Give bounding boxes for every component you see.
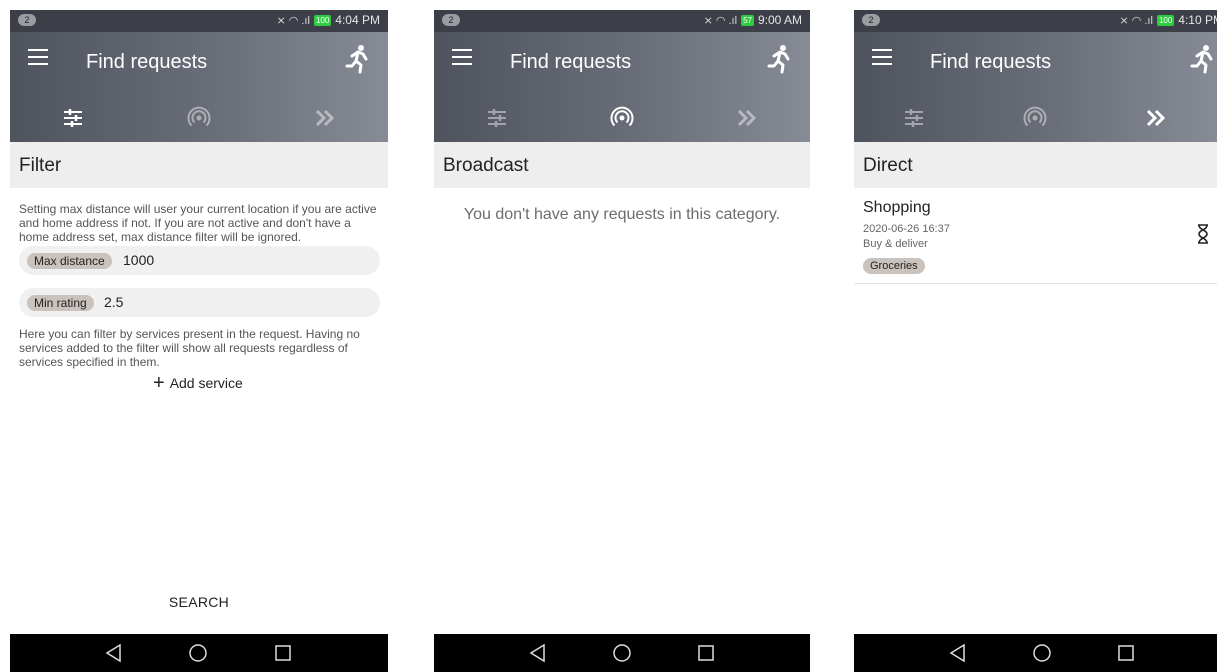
status-bar: 2 ⨯ ◠ .ıl 100 4:10 PM (854, 10, 1217, 32)
request-tag-chip: Groceries (863, 258, 925, 274)
battery-icon: 100 (313, 14, 332, 26)
min-rating-chip: Min rating (27, 295, 94, 311)
broadcast-icon (610, 106, 634, 127)
tab-direct[interactable] (685, 94, 810, 142)
notification-badge: 2 (862, 14, 880, 26)
tab-broadcast[interactable] (136, 94, 262, 142)
back-triangle-icon[interactable] (528, 643, 548, 663)
section-title: Broadcast (443, 155, 529, 176)
request-title: Shopping (863, 199, 931, 216)
tab-bar (854, 94, 1217, 142)
tune-icon (487, 109, 506, 127)
min-rating-field[interactable]: Min rating 2.5 (19, 288, 380, 317)
recent-square-icon[interactable] (696, 643, 716, 663)
add-service-label: Add service (169, 375, 243, 391)
tab-bar (10, 94, 388, 142)
min-rating-value[interactable]: 2.5 (104, 294, 123, 310)
status-icons: ⨯ ◠ .ıl (703, 14, 738, 27)
double-chevron-icon (315, 109, 335, 127)
broadcast-screen: 2 ⨯ ◠ .ıl 57 9:00 AM Find requests Broad… (434, 10, 810, 672)
filter-screen: 2 ⨯ ◠ .ıl 100 4:04 PM Find requests Filt… (10, 10, 388, 672)
system-nav-bar (434, 634, 810, 672)
distance-help-text: Setting max distance will user your curr… (19, 202, 377, 244)
page-title: Find requests (86, 51, 208, 73)
max-distance-value[interactable]: 1000 (123, 252, 154, 268)
tune-icon (905, 109, 924, 127)
broadcast-icon (187, 106, 211, 127)
notification-badge: 2 (18, 14, 36, 26)
battery-icon: 57 (741, 14, 754, 26)
page-title: Find requests (510, 51, 632, 73)
add-service-button[interactable]: + Add service (153, 372, 243, 394)
tab-broadcast[interactable] (559, 94, 684, 142)
tab-broadcast[interactable] (975, 94, 1096, 142)
status-bar: 2 ⨯ ◠ .ıl 57 9:00 AM (434, 10, 810, 32)
section-title: Direct (863, 155, 913, 176)
back-triangle-icon[interactable] (104, 643, 124, 663)
app-bar: Find requests (434, 32, 810, 142)
tab-direct[interactable] (262, 94, 388, 142)
status-time: 4:10 PM (1178, 13, 1217, 27)
system-nav-bar (854, 634, 1217, 672)
section-title: Filter (19, 155, 62, 176)
tune-icon (63, 109, 82, 127)
tab-filter[interactable] (434, 94, 559, 142)
home-circle-icon[interactable] (188, 643, 208, 663)
plus-icon: + (153, 372, 165, 394)
request-list-item[interactable]: Shopping 2020-06-26 16:37 Buy & deliver … (854, 188, 1217, 284)
recent-square-icon[interactable] (273, 643, 293, 663)
tab-filter[interactable] (854, 94, 975, 142)
tab-bar (434, 94, 810, 142)
system-nav-bar (10, 634, 388, 672)
max-distance-chip: Max distance (27, 253, 112, 269)
app-bar: Find requests (854, 32, 1217, 142)
tab-direct[interactable] (1096, 94, 1217, 142)
request-type: Buy & deliver (863, 238, 928, 250)
running-person-icon[interactable] (344, 44, 372, 74)
services-help-text: Here you can filter by services present … (19, 327, 360, 369)
back-triangle-icon[interactable] (948, 643, 968, 663)
app-bar: Find requests (10, 32, 388, 142)
recent-square-icon[interactable] (1116, 643, 1136, 663)
home-circle-icon[interactable] (612, 643, 632, 663)
running-person-icon[interactable] (766, 44, 794, 74)
request-date: 2020-06-26 16:37 (863, 223, 950, 235)
status-icons: ⨯ ◠ .ıl (276, 14, 310, 27)
double-chevron-icon (738, 109, 757, 127)
notification-badge: 2 (442, 14, 460, 26)
menu-icon[interactable] (872, 49, 892, 65)
battery-icon: 100 (1156, 14, 1175, 26)
section-header: Broadcast (434, 142, 810, 188)
search-button[interactable]: SEARCH (10, 594, 388, 610)
status-bar: 2 ⨯ ◠ .ıl 100 4:04 PM (10, 10, 388, 32)
status-icons: ⨯ ◠ .ıl (1119, 14, 1153, 27)
menu-icon[interactable] (28, 49, 48, 65)
section-header: Filter (10, 142, 388, 188)
status-time: 9:00 AM (757, 13, 802, 27)
status-time: 4:04 PM (335, 13, 380, 27)
home-circle-icon[interactable] (1032, 643, 1052, 663)
double-chevron-icon (1147, 109, 1166, 127)
hourglass-icon (1198, 224, 1208, 244)
page-title: Find requests (930, 51, 1052, 73)
section-header: Direct (854, 142, 1217, 188)
empty-state-message: You don't have any requests in this cate… (463, 206, 781, 223)
direct-screen: 2 ⨯ ◠ .ıl 100 4:10 PM Find requests (854, 10, 1217, 672)
max-distance-field[interactable]: Max distance 1000 (19, 246, 380, 275)
menu-icon[interactable] (452, 49, 472, 65)
running-person-icon[interactable] (1189, 44, 1217, 74)
broadcast-icon (1023, 106, 1047, 127)
tab-filter[interactable] (10, 94, 136, 142)
